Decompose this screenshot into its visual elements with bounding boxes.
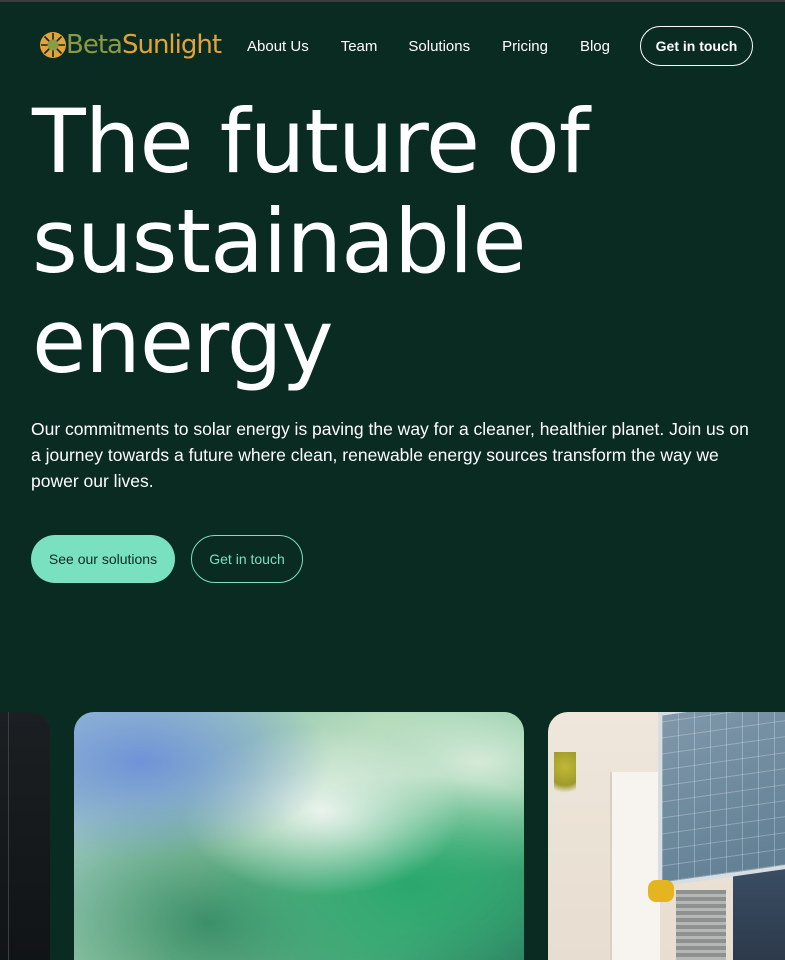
hero-title: The future of sustainable energy: [32, 90, 590, 393]
nav-item-solutions[interactable]: Solutions: [408, 38, 470, 55]
main-nav: About Us Team Solutions Pricing Blog: [247, 38, 610, 55]
nav-item-pricing[interactable]: Pricing: [502, 38, 548, 55]
work-glove: [648, 880, 674, 902]
gallery-image-ocean-wave: [74, 712, 524, 960]
see-solutions-button[interactable]: See our solutions: [31, 535, 175, 583]
panel-seam: [8, 712, 9, 960]
gallery-image-dark-panel: [0, 712, 50, 960]
brand-name-part1: Beta: [66, 30, 123, 60]
wall-vent: [676, 890, 726, 960]
sun-icon: [40, 32, 66, 58]
hero-get-in-touch-button[interactable]: Get in touch: [191, 535, 303, 583]
plant-leaves: [554, 752, 576, 802]
solar-panel: [658, 712, 785, 887]
nav-item-about-us[interactable]: About Us: [247, 38, 309, 55]
window-top-strip: [0, 0, 785, 2]
house-wall: [610, 772, 660, 960]
brand-name-part2: Sunlight: [121, 30, 222, 60]
brand-name: BetaSunlight: [66, 30, 222, 60]
header-get-in-touch-button[interactable]: Get in touch: [640, 26, 753, 66]
brand-logo[interactable]: BetaSunlight: [38, 26, 222, 64]
gallery-image-solar-installation: [548, 712, 785, 960]
worker-figure: [733, 867, 785, 960]
nav-item-blog[interactable]: Blog: [580, 38, 610, 55]
hero-subtitle: Our commitments to solar energy is pavin…: [31, 419, 749, 491]
nav-item-team[interactable]: Team: [341, 38, 378, 55]
